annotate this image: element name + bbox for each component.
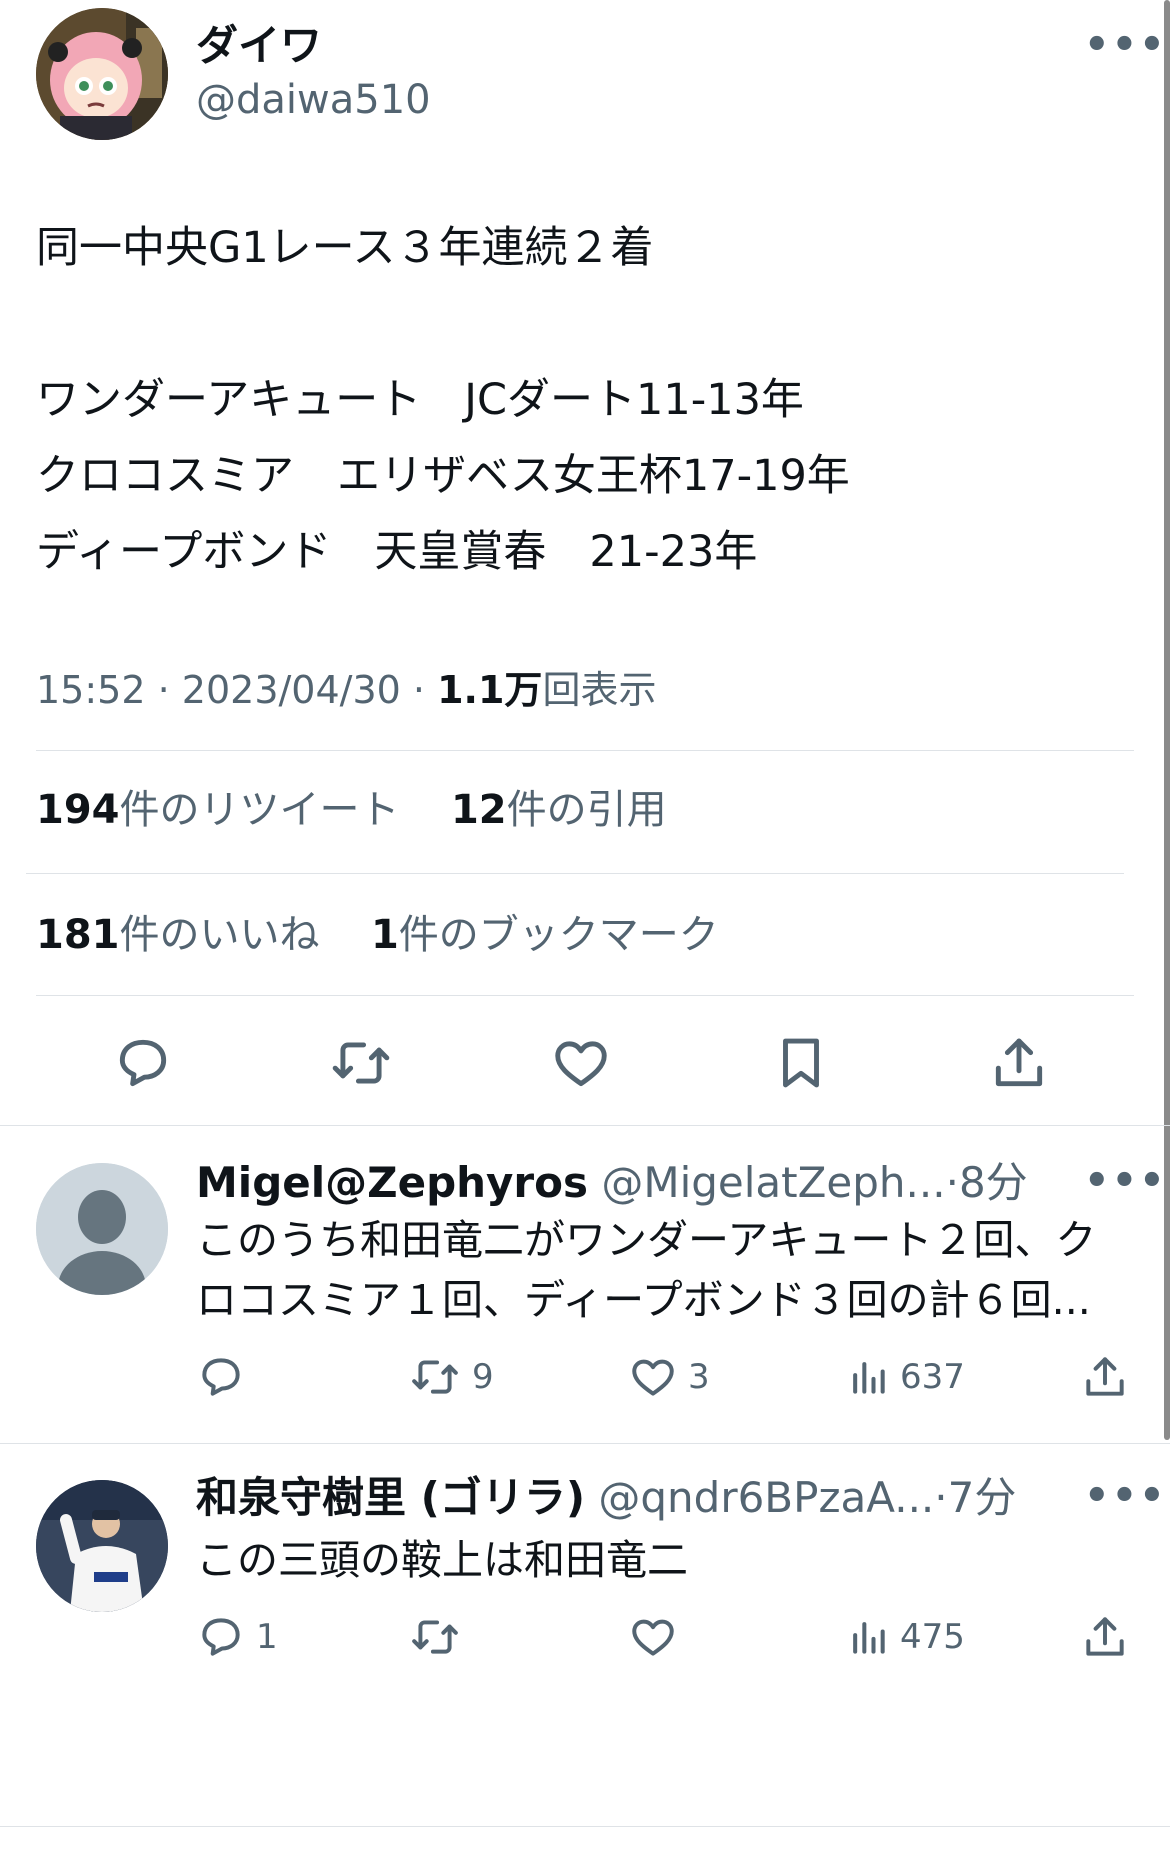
bookmarks-label: 件のブックマーク xyxy=(398,912,719,958)
reply-author-name[interactable]: 和泉守樹里 (ゴリラ) xyxy=(196,1473,585,1522)
meta-separator: · xyxy=(412,668,426,712)
reply-time[interactable]: 7分 xyxy=(948,1473,1017,1522)
author-avatar[interactable] xyxy=(36,8,168,140)
author-name[interactable]: ダイワ xyxy=(196,22,322,70)
likes-label: 件のいいね xyxy=(119,912,320,958)
divider xyxy=(26,873,1124,874)
retweets-count: 194 xyxy=(36,787,120,833)
reply-avatar[interactable] xyxy=(36,1163,168,1295)
tweet-line: クロコスミア エリザベス女王杯17-19年 xyxy=(36,451,850,501)
share-icon xyxy=(1086,1617,1124,1656)
scrollbar[interactable] xyxy=(1164,0,1170,1440)
divider xyxy=(36,995,1134,996)
like-icon[interactable] xyxy=(550,1032,612,1094)
reply-icon[interactable] xyxy=(112,1032,174,1094)
like-action[interactable]: 3 xyxy=(628,1352,710,1402)
view-count: 637 xyxy=(900,1357,965,1397)
share-icon xyxy=(1086,1357,1124,1396)
tweet-line xyxy=(36,286,1116,362)
reply-count: 1 xyxy=(256,1617,278,1657)
bookmarks-count: 1 xyxy=(370,912,399,958)
tweet-line: 同一中央G1レース３年連続２着 xyxy=(36,223,654,273)
views-label: 回表示 xyxy=(542,668,657,712)
author-avatar-image xyxy=(36,8,168,140)
retweet-action[interactable]: 9 xyxy=(408,1352,494,1402)
reply-avatar-image xyxy=(36,1480,168,1612)
views-count: 1.1万 xyxy=(437,668,543,712)
reply-header: 和泉守樹里 (ゴリラ) @qndr6BPzaA...·7分 xyxy=(196,1473,1076,1523)
meta-separator: · xyxy=(934,1473,948,1522)
more-options-icon[interactable]: ••• xyxy=(1084,1473,1167,1519)
divider xyxy=(36,750,1134,751)
reply-avatar[interactable] xyxy=(36,1480,168,1612)
more-options-icon[interactable]: ••• xyxy=(1084,22,1167,68)
bookmark-icon[interactable] xyxy=(770,1032,832,1094)
like-action[interactable] xyxy=(628,1612,688,1662)
reply-header: Migel@Zephyros @MigelatZeph...·8分 xyxy=(196,1158,1076,1208)
retweet-count: 9 xyxy=(472,1357,494,1397)
quotes-stat[interactable]: 12件の引用 xyxy=(451,787,667,833)
tweet-date[interactable]: 2023/04/30 xyxy=(182,668,401,712)
retweet-icon xyxy=(412,1360,458,1394)
view-count: 475 xyxy=(900,1617,965,1657)
bookmarks-stat[interactable]: 1件のブックマーク xyxy=(371,912,719,958)
views-action[interactable]: 475 xyxy=(846,1612,965,1662)
reply-action[interactable] xyxy=(196,1352,256,1402)
divider xyxy=(0,1826,1170,1827)
reply-text-line: ロコスミア１回、ディープボンド３回の計６回... xyxy=(196,1276,1091,1324)
reply-author-handle[interactable]: @qndr6BPzaA... xyxy=(598,1473,934,1522)
retweets-label: 件のリツイート xyxy=(119,787,400,833)
retweet-quote-stats: 194件のリツイート 12件の引用 xyxy=(36,785,667,835)
retweet-action[interactable] xyxy=(408,1612,472,1662)
likes-count: 181 xyxy=(36,912,120,958)
reply-time[interactable]: 8分 xyxy=(959,1158,1028,1207)
tweet-line: ワンダーアキュート JCダート11-13年 xyxy=(36,375,804,425)
reply-action[interactable]: 1 xyxy=(196,1612,278,1662)
like-count: 3 xyxy=(688,1357,710,1397)
retweets-stat[interactable]: 194件のリツイート xyxy=(36,787,400,833)
reply-text: このうち和田竜二がワンダーアキュート２回、ク ロコスミア１回、ディープボンド３回… xyxy=(196,1210,1126,1330)
share-action[interactable] xyxy=(1080,1612,1130,1662)
tweet-meta: 15:52 · 2023/04/30 · 1.1万回表示 xyxy=(36,665,656,715)
share-icon[interactable] xyxy=(988,1032,1050,1094)
like-icon xyxy=(632,1619,674,1656)
retweet-icon[interactable] xyxy=(328,1032,394,1094)
default-profile-icon xyxy=(36,1163,168,1295)
analytics-icon xyxy=(853,1622,885,1654)
share-action[interactable] xyxy=(1080,1352,1130,1402)
quotes-count: 12 xyxy=(450,787,507,833)
reply-author-handle[interactable]: @MigelatZeph... xyxy=(601,1158,945,1207)
author-handle[interactable]: @daiwa510 xyxy=(196,76,431,124)
tweet-body: 同一中央G1レース３年連続２着 ワンダーアキュート JCダート11-13年 クロ… xyxy=(36,210,1116,590)
reply-text-line: このうち和田竜二がワンダーアキュート２回、ク xyxy=(196,1216,1097,1264)
meta-separator: · xyxy=(157,668,170,712)
divider xyxy=(0,1443,1170,1444)
likes-stat[interactable]: 181件のいいね xyxy=(36,912,320,958)
retweet-icon xyxy=(412,1620,458,1654)
reply-text-line: この三頭の鞍上は和田竜二 xyxy=(196,1536,688,1584)
more-options-icon[interactable]: ••• xyxy=(1084,1158,1167,1204)
analytics-icon xyxy=(853,1362,885,1394)
views-action[interactable]: 637 xyxy=(846,1352,965,1402)
reply-author-name[interactable]: Migel@Zephyros xyxy=(196,1158,588,1207)
tweet-line: ディープボンド 天皇賞春 21-23年 xyxy=(36,527,758,577)
like-icon xyxy=(632,1359,674,1396)
like-bookmark-stats: 181件のいいね 1件のブックマーク xyxy=(36,910,719,960)
reply-icon xyxy=(202,1358,240,1396)
reply-icon xyxy=(202,1618,240,1656)
reply-text: この三頭の鞍上は和田竜二 xyxy=(196,1530,1126,1590)
meta-separator: · xyxy=(945,1158,959,1207)
tweet-time[interactable]: 15:52 xyxy=(36,668,146,712)
divider xyxy=(0,1125,1170,1126)
quotes-label: 件の引用 xyxy=(506,787,667,833)
